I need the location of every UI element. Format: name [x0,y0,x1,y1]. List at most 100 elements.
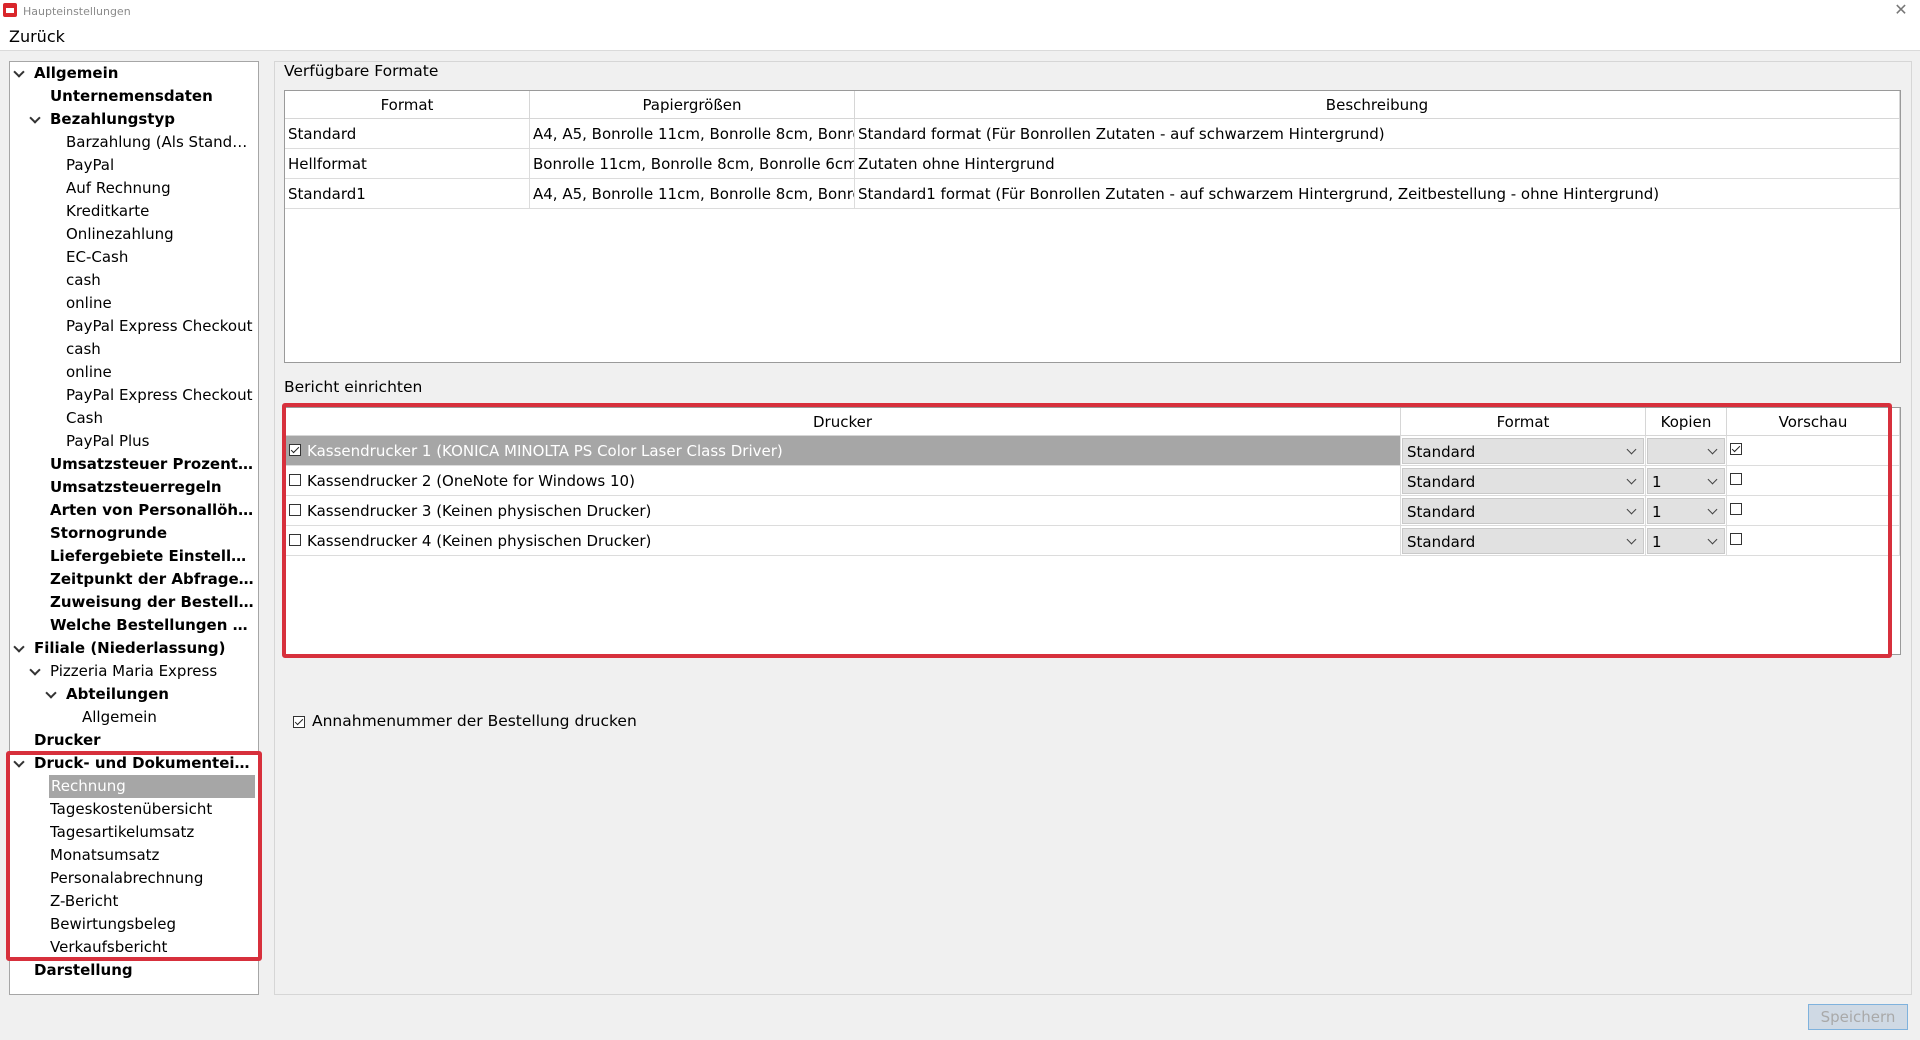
tree-item[interactable]: Filiale (Niederlassung) [34,637,254,660]
preview-checkbox[interactable] [1730,443,1742,455]
tree-item[interactable]: Umsatzsteuerregeln [50,476,254,499]
formats-column-header[interactable]: Beschreibung [855,91,1900,119]
report-column-header[interactable]: Format [1401,408,1646,436]
format-dropdown[interactable]: Standard [1402,528,1644,554]
tree-item[interactable]: Allgemein [82,706,254,729]
back-button[interactable]: Zurück [9,27,65,46]
tree-item[interactable]: Welche Bestellungen so... [50,614,254,637]
formats-table-cell[interactable]: Bonrolle 11cm, Bonrolle 8cm, Bonrolle 6c… [530,149,855,179]
tree-item[interactable]: Auf Rechnung [66,177,254,200]
formats-table-cell[interactable]: Standard1 format (Für Bonrollen Zutaten … [855,179,1900,209]
copies-dropdown[interactable] [1647,438,1725,464]
formats-table-cell[interactable]: Hellformat [285,149,530,179]
tree-item[interactable]: Z-Bericht [50,890,254,913]
copies-dropdown[interactable]: 1 [1647,528,1725,554]
tree-item[interactable]: PayPal [66,154,254,177]
format-dropdown[interactable]: Standard [1402,438,1644,464]
report-printer-cell[interactable]: Kassendrucker 4 (Keinen physischen Druck… [285,526,1401,556]
tree-item[interactable]: cash [66,338,254,361]
copies-dropdown[interactable]: 1 [1647,468,1725,494]
tree-item[interactable]: Arten von Personallöhnen [50,499,254,522]
formats-table-cell[interactable]: A4, A5, Bonrolle 11cm, Bonrolle 8cm, Bon… [530,179,855,209]
chevron-down-icon [1707,504,1718,515]
tree-item[interactable]: EC-Cash [66,246,254,269]
tree-item[interactable]: Tageskostenübersicht [50,798,254,821]
tree-item[interactable]: Bezahlungstyp [50,108,254,131]
receipt-number-checkbox[interactable] [293,716,305,728]
formats-table-cell[interactable]: Standard1 [285,179,530,209]
printer-enable-checkbox[interactable] [289,504,301,516]
chevron-down-icon [1626,534,1637,545]
tree-item[interactable]: Unternemensdaten [50,85,254,108]
report-column-header[interactable]: Kopien [1646,408,1727,436]
tree-item[interactable]: Personalabrechnung [50,867,254,890]
report-printer-cell[interactable]: Kassendrucker 2 (OneNote for Windows 10) [285,466,1401,496]
formats-column-header[interactable]: Format [285,91,530,119]
tree-item[interactable]: Kreditkarte [66,200,254,223]
report-printer-cell[interactable]: Kassendrucker 1 (KONICA MINOLTA PS Color… [285,436,1401,466]
receipt-number-label: Annahmenummer der Bestellung drucken [312,712,637,730]
tree-expand-chevron-icon[interactable] [14,643,24,653]
report-column-header[interactable]: Vorschau [1727,408,1900,436]
copies-dropdown-value: 1 [1652,503,1662,521]
tree-item[interactable]: Stornogrunde [50,522,254,545]
format-dropdown[interactable]: Standard [1402,468,1644,494]
formats-table-cell[interactable]: A4, A5, Bonrolle 11cm, Bonrolle 8cm, Bon… [530,119,855,149]
formats-table-cell[interactable]: Standard format (Für Bonrollen Zutaten -… [855,119,1900,149]
tree-item[interactable]: Monatsumsatz [50,844,254,867]
tree-item[interactable]: Verkaufsbericht [50,936,254,959]
formats-column-header[interactable]: Papiergrößen [530,91,855,119]
tree-item[interactable]: Rechnung [49,775,255,798]
tree-item[interactable]: Drucker [34,729,254,752]
tree-expand-chevron-icon[interactable] [14,758,24,768]
preview-checkbox[interactable] [1730,503,1742,515]
tree-item[interactable]: online [66,292,254,315]
close-icon[interactable]: ✕ [1890,0,1912,20]
preview-checkbox[interactable] [1730,533,1742,545]
menu-bar: Zurück [0,22,1920,51]
tree-item[interactable]: Darstellung [34,959,254,982]
tree-item[interactable]: Abteilungen [66,683,254,706]
copies-dropdown-value: 1 [1652,473,1662,491]
printer-enable-checkbox[interactable] [289,534,301,546]
tree-item[interactable]: Cash [66,407,254,430]
format-dropdown-value: Standard [1407,533,1476,551]
format-dropdown-value: Standard [1407,503,1476,521]
report-column-header[interactable]: Drucker [285,408,1401,436]
report-table[interactable]: Drucker Format Kopien Vorschau Kassendrucker… [284,407,1901,655]
printer-enable-checkbox[interactable] [289,444,301,456]
report-printer-cell[interactable]: Kassendrucker 3 (Keinen physischen Druck… [285,496,1401,526]
tree-item[interactable]: Zuweisung der Bestellu... [50,591,254,614]
tree-expand-chevron-icon[interactable] [30,114,40,124]
format-dropdown[interactable]: Standard [1402,498,1644,524]
tree-item[interactable]: Zeitpunkt der Abfrage v... [50,568,254,591]
settings-tree[interactable]: Allgemein Unternemensdaten Bezahlungstyp Ba… [9,61,259,995]
tree-expand-chevron-icon[interactable] [30,666,40,676]
tree-item[interactable]: Bewirtungsbeleg [50,913,254,936]
save-button[interactable]: Speichern [1808,1004,1908,1030]
tree-item[interactable]: Liefergebiete Einstellun... [50,545,254,568]
tree-expand-chevron-icon[interactable] [46,689,56,699]
tree-item[interactable]: cash [66,269,254,292]
chevron-down-icon [1707,444,1718,455]
tree-item[interactable]: Pizzeria Maria Express [50,660,254,683]
formats-table[interactable]: Format Papiergrößen Beschreibung Standard A4… [284,90,1901,363]
tree-item[interactable]: Allgemein [34,62,254,85]
report-preview-cell [1727,466,1900,496]
formats-table-cell[interactable]: Zutaten ohne Hintergrund [855,149,1900,179]
tree-item[interactable]: PayPal Plus [66,430,254,453]
format-dropdown-value: Standard [1407,473,1476,491]
printer-enable-checkbox[interactable] [289,474,301,486]
tree-expand-chevron-icon[interactable] [14,68,24,78]
tree-item[interactable]: Onlinezahlung [66,223,254,246]
formats-table-cell[interactable]: Standard [285,119,530,149]
tree-item[interactable]: Tagesartikelumsatz [50,821,254,844]
copies-dropdown[interactable]: 1 [1647,498,1725,524]
tree-item[interactable]: Druck- und Dokumenteinst... [34,752,254,775]
preview-checkbox[interactable] [1730,473,1742,485]
tree-item[interactable]: Barzahlung (Als Standar... [66,131,254,154]
tree-item[interactable]: PayPal Express Checkout [66,384,254,407]
tree-item[interactable]: Umsatzsteuer Prozentsä... [50,453,254,476]
tree-item[interactable]: online [66,361,254,384]
tree-item[interactable]: PayPal Express Checkout [66,315,254,338]
